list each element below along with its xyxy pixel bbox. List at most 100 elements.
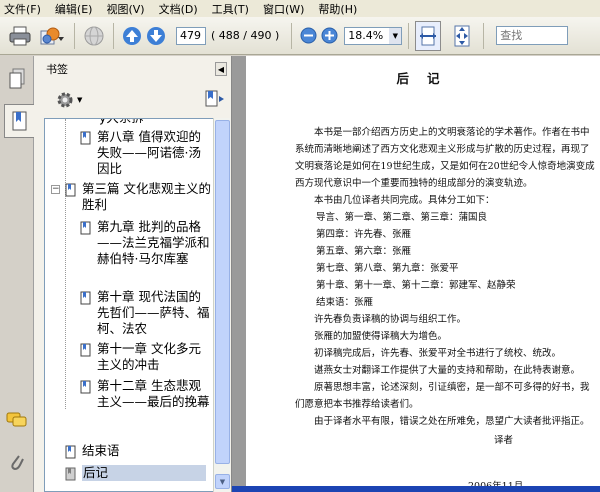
bookmark-label: 第三篇 文化悲观主义的胜利 <box>82 181 211 212</box>
bookmark-item[interactable]: 第十章 现代法国的先哲们——萨特、福柯、法农 <box>80 289 212 337</box>
assignment-line: 结束语：张雁 <box>316 297 374 308</box>
toolbar-separator <box>113 22 114 49</box>
assignment-line: 导言、第一章、第二章、第三章：蒲国良 <box>316 212 488 223</box>
chevron-down-icon: ▼ <box>77 96 83 104</box>
menu-edit[interactable]: 编辑(E) <box>55 1 93 17</box>
print-button[interactable] <box>6 22 34 50</box>
menu-help[interactable]: 帮助(H) <box>318 1 357 17</box>
bookmark-icon <box>65 445 76 459</box>
toolbar-separator <box>408 22 410 49</box>
panel-header: 书签 ◀ <box>34 56 231 82</box>
collapse-toggle[interactable]: − <box>51 185 60 194</box>
bookmark-icon <box>80 380 91 394</box>
menu-tools[interactable]: 工具(T) <box>212 1 249 17</box>
bookmark-icon <box>65 183 76 197</box>
bookmark-icon <box>80 131 91 145</box>
page-number-input[interactable] <box>176 26 206 45</box>
paperclip-icon <box>11 455 24 471</box>
signature: 译者 <box>494 435 514 446</box>
arrow-down-icon <box>147 26 165 45</box>
toolbar-separator <box>291 22 293 49</box>
menu-window[interactable]: 窗口(W) <box>263 1 304 17</box>
zoom-level-value: 18.4% <box>348 29 384 42</box>
share-button[interactable] <box>34 22 68 50</box>
expand-bookmark-button[interactable] <box>205 90 225 111</box>
bookmarks-panel-button[interactable] <box>4 104 35 138</box>
assignment-line: 第十章、第十一章、第十二章：郭建军、赵静荣 <box>316 280 516 291</box>
fit-page-button[interactable] <box>447 22 477 50</box>
zoom-out-icon <box>300 27 317 44</box>
zoom-in-icon <box>321 27 338 44</box>
pages-panel-button[interactable] <box>4 64 30 94</box>
bookmark-icon <box>80 221 91 235</box>
bookmark-item[interactable]: 第九章 批判的品格——法兰克福学派和赫伯特·马尔库塞 <box>80 219 212 267</box>
bookmark-item[interactable]: 第三篇 文化悲观主义的胜利 <box>65 181 213 213</box>
clipped-bookmark: ý大系拆 <box>99 119 144 126</box>
assignment-line: 第七章、第八章、第九章：张爱平 <box>316 263 459 274</box>
document-page: 后记 本书是一部介绍西方历史上的文明衰落论的学术著作。作者在书中系统而清晰地阐述… <box>246 56 600 492</box>
search-input[interactable] <box>496 26 569 45</box>
assignment-line: 第五章、第六章：张雁 <box>316 246 412 257</box>
close-panel-button[interactable]: ◀ <box>215 62 227 76</box>
bookmarks-panel: 书签 ◀ ▼ ý大系拆 第八章 值得欢迎的失败——阿诺德·汤因比 <box>34 56 232 492</box>
bookmark-item-selected[interactable]: 后记 <box>65 465 213 481</box>
bookmark-tree: ý大系拆 第八章 值得欢迎的失败——阿诺德·汤因比 − 第三篇 文化悲观主义的胜… <box>44 118 216 492</box>
bookmark-item[interactable]: 第十一章 文化多元主义的冲击 <box>80 341 212 373</box>
tree-line <box>65 119 66 409</box>
options-menu-button[interactable]: ▼ <box>56 91 82 109</box>
zoom-in-button[interactable] <box>318 22 340 50</box>
assignment-line: 第四章：许先春、张雁 <box>316 229 412 240</box>
page-title: 后记 <box>396 71 458 86</box>
zoom-out-button[interactable] <box>298 22 318 50</box>
toolbar: ( 488 / 490 ) 18.4% ▼ <box>0 17 600 55</box>
menu-view[interactable]: 视图(V) <box>106 1 144 17</box>
fit-width-icon <box>420 26 437 45</box>
globe-button[interactable] <box>81 22 107 50</box>
globe-icon <box>84 26 104 45</box>
menu-document[interactable]: 文档(D) <box>159 1 198 17</box>
attachments-panel-button[interactable] <box>4 448 30 478</box>
body-paragraph: 初译稿完成后，许先春、张爱平对全书进行了统校、统改。 <box>314 348 562 359</box>
bookmark-icon <box>12 111 27 131</box>
body-paragraph: 本书由几位译者共同完成。具体分工如下： <box>314 195 495 206</box>
body-paragraph: 谌燕女士对翻译工作提供了大量的支持和帮助，在此特表谢意。 <box>314 365 581 376</box>
comments-icon <box>6 412 27 427</box>
menu-file[interactable]: 文件(F) <box>4 1 41 17</box>
pages-icon <box>9 68 25 89</box>
navigation-pane-strip <box>0 56 35 492</box>
panel-toolbar: ▼ <box>34 82 231 118</box>
page-count: ( 488 / 490 ) <box>211 29 280 42</box>
bookmark-label: 第八章 值得欢迎的失败——阿诺德·汤因比 <box>97 129 201 176</box>
printer-icon <box>9 26 31 45</box>
body-paragraph: 本书是一部介绍西方历史上的文明衰落论的学术著作。作者在书中系统而清晰地阐述了西方… <box>295 127 595 189</box>
fit-width-button[interactable] <box>415 20 442 51</box>
bookmark-expand-icon <box>205 90 224 106</box>
bookmark-label: 第九章 批判的品格——法兰克福学派和赫伯特·马尔库塞 <box>97 219 210 266</box>
comments-panel-button[interactable] <box>4 406 30 436</box>
share-icon <box>40 27 64 44</box>
previous-page-button[interactable] <box>120 22 144 50</box>
bookmark-icon <box>80 291 91 305</box>
bookmark-item[interactable]: 结束语 <box>65 443 213 459</box>
bookmark-item[interactable]: 第八章 值得欢迎的失败——阿诺德·汤因比 <box>80 129 212 177</box>
document-view[interactable]: 后记 本书是一部介绍西方历史上的文明衰落论的学术著作。作者在书中系统而清晰地阐述… <box>232 56 600 492</box>
body-paragraph: 许先春负责译稿的协调与组织工作。 <box>314 314 467 325</box>
scrollbar-thumb[interactable] <box>215 120 230 464</box>
bookmark-icon <box>80 343 91 357</box>
next-page-button[interactable] <box>144 22 168 50</box>
toolbar-separator <box>74 22 75 49</box>
chevron-down-icon: ▼ <box>389 27 402 44</box>
page-body: 本书是一部介绍西方历史上的文明衰落论的学术著作。作者在书中系统而清晰地阐述了西方… <box>295 124 595 430</box>
arrow-up-icon <box>123 26 141 45</box>
zoom-level-select[interactable]: 18.4% ▼ <box>344 26 403 45</box>
toolbar-separator <box>483 22 485 49</box>
scroll-down-button[interactable]: ▼ <box>215 474 230 489</box>
fit-page-icon <box>454 25 470 46</box>
body-paragraph: 张雁的加盟使得译稿大为增色。 <box>314 331 448 342</box>
body-paragraph: 原著思想丰富，论述深刻，引证缜密，是一部不可多得的好书，我们愿意把本书推荐给读者… <box>295 382 590 410</box>
bookmark-label: 第十章 现代法国的先哲们——萨特、福柯、法农 <box>97 289 210 336</box>
menu-bar: 文件(F) 编辑(E) 视图(V) 文档(D) 工具(T) 窗口(W) 帮助(H… <box>0 0 600 17</box>
bookmark-label: 结束语 <box>82 443 120 458</box>
bookmark-scrollbar[interactable]: ▼ <box>213 118 230 492</box>
bookmark-item[interactable]: 第十二章 生态悲观主义——最后的挽幕 <box>80 378 212 410</box>
